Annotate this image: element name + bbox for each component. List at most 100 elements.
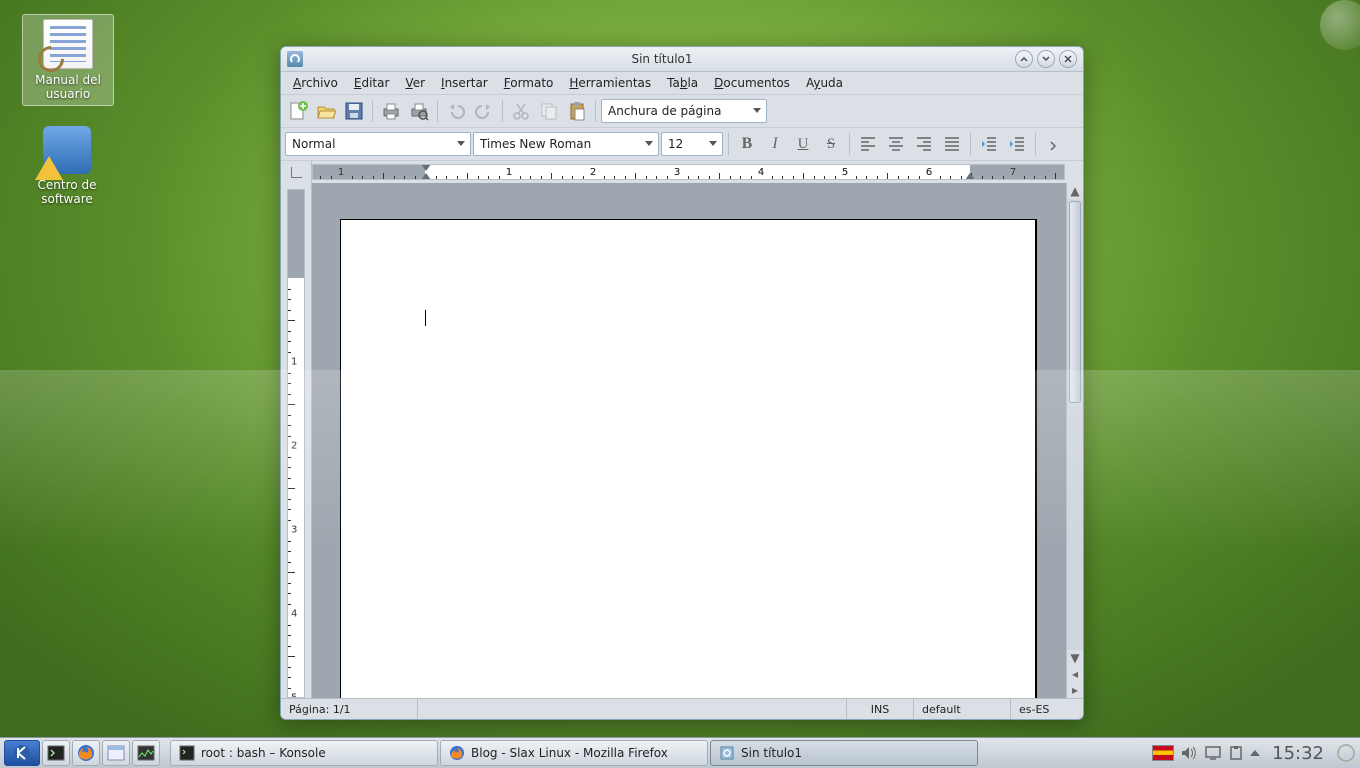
task-label: root : bash – Konsole xyxy=(201,746,326,760)
copy-button[interactable] xyxy=(536,98,562,124)
align-justify-button[interactable] xyxy=(939,131,965,157)
align-center-button[interactable] xyxy=(883,131,909,157)
document-area: 12345 ▲ ▼ ◂ ▸ xyxy=(281,183,1083,698)
scroll-up-button[interactable]: ▲ xyxy=(1067,183,1083,199)
separator xyxy=(372,100,373,122)
titlebar[interactable]: Sin título1 xyxy=(281,47,1083,72)
status-insert[interactable]: INS xyxy=(847,699,914,719)
format-toolbar: Normal Times New Roman 12 B I U S xyxy=(281,127,1083,160)
kickoff-button[interactable] xyxy=(4,740,40,766)
more-button[interactable] xyxy=(1041,131,1067,157)
clipboard-icon[interactable] xyxy=(1228,745,1244,761)
menu-archivo[interactable]: Archivo xyxy=(285,74,346,92)
indent-increase-button[interactable] xyxy=(1004,131,1030,157)
menu-tabla[interactable]: Tabla xyxy=(659,74,706,92)
display-icon[interactable] xyxy=(1204,745,1222,761)
minimize-button[interactable] xyxy=(1015,50,1033,68)
close-button[interactable] xyxy=(1059,50,1077,68)
menu-editar[interactable]: Editar xyxy=(346,74,398,92)
window-title: Sin título1 xyxy=(309,52,1015,66)
abiword-window: Sin título1 Archivo Editar Ver Insertar … xyxy=(280,46,1084,720)
open-button[interactable] xyxy=(313,98,339,124)
separator xyxy=(1035,133,1036,155)
task-konsole[interactable]: root : bash – Konsole xyxy=(170,740,438,766)
separator xyxy=(970,133,971,155)
separator xyxy=(595,100,596,122)
desktop-icon-manual[interactable]: Manual del usuario xyxy=(22,14,114,106)
status-style[interactable]: default xyxy=(914,699,1011,719)
font-size-combo[interactable]: 12 xyxy=(661,132,723,156)
ruler-indent-left[interactable] xyxy=(421,173,431,180)
prev-page-button[interactable]: ◂ xyxy=(1067,666,1083,682)
launcher-filemanager[interactable] xyxy=(102,740,130,766)
tray-expand-icon[interactable] xyxy=(1250,750,1260,756)
document-page[interactable] xyxy=(340,219,1037,698)
menu-insertar[interactable]: Insertar xyxy=(433,74,496,92)
launcher-monitor[interactable] xyxy=(132,740,160,766)
keyboard-layout-icon[interactable] xyxy=(1152,745,1174,761)
system-tray: 15:32 xyxy=(1152,743,1356,764)
print-preview-button[interactable] xyxy=(406,98,432,124)
app-icon xyxy=(287,51,303,67)
software-icon xyxy=(43,126,91,174)
status-spacer xyxy=(418,699,847,719)
desktop-orb xyxy=(1320,0,1360,50)
statusbar: Página: 1/1 INS default es-ES xyxy=(281,698,1083,719)
cut-button[interactable] xyxy=(508,98,534,124)
desktop-icon-label: Manual del usuario xyxy=(23,73,113,101)
ruler-indent-right[interactable] xyxy=(965,173,975,180)
paste-button[interactable] xyxy=(564,98,590,124)
text-cursor xyxy=(425,310,426,326)
print-button[interactable] xyxy=(378,98,404,124)
menu-ayuda[interactable]: Ayuda xyxy=(798,74,851,92)
status-page: Página: 1/1 xyxy=(281,699,418,719)
menu-formato[interactable]: Formato xyxy=(496,74,562,92)
ruler-vertical[interactable]: 12345 xyxy=(281,183,312,698)
page-viewport[interactable] xyxy=(312,183,1066,698)
align-left-button[interactable] xyxy=(855,131,881,157)
menu-herramientas[interactable]: Herramientas xyxy=(561,74,659,92)
task-label: Sin título1 xyxy=(741,746,802,760)
scroll-thumb[interactable] xyxy=(1069,201,1081,403)
clock[interactable]: 15:32 xyxy=(1272,743,1324,764)
launcher-terminal[interactable] xyxy=(42,740,70,766)
indent-decrease-button[interactable] xyxy=(976,131,1002,157)
font-combo[interactable]: Times New Roman xyxy=(473,132,659,156)
scrollbar-vertical[interactable]: ▲ ▼ ◂ ▸ xyxy=(1066,183,1083,698)
bold-button[interactable]: B xyxy=(734,131,760,157)
scroll-down-button[interactable]: ▼ xyxy=(1067,650,1083,666)
volume-icon[interactable] xyxy=(1180,745,1198,761)
style-value: Normal xyxy=(292,137,335,151)
desktop-icon-software-center[interactable]: Centro de software xyxy=(22,126,112,206)
task-firefox[interactable]: Blog - Slax Linux - Mozilla Firefox xyxy=(440,740,708,766)
document-icon xyxy=(43,19,93,69)
save-button[interactable] xyxy=(341,98,367,124)
launcher-firefox[interactable] xyxy=(72,740,100,766)
italic-button[interactable]: I xyxy=(762,131,788,157)
ruler-corner[interactable] xyxy=(281,161,312,183)
align-right-button[interactable] xyxy=(911,131,937,157)
undo-button[interactable] xyxy=(443,98,469,124)
ruler-horizontal[interactable]: 11234561234567 xyxy=(281,160,1083,183)
separator xyxy=(437,100,438,122)
logout-icon[interactable] xyxy=(1336,743,1356,763)
menu-documentos[interactable]: Documentos xyxy=(706,74,798,92)
separator xyxy=(502,100,503,122)
menubar: Archivo Editar Ver Insertar Formato Herr… xyxy=(281,72,1083,94)
desktop-icon-label: Centro de software xyxy=(22,178,112,206)
status-lang[interactable]: es-ES xyxy=(1011,699,1083,719)
redo-button[interactable] xyxy=(471,98,497,124)
style-combo[interactable]: Normal xyxy=(285,132,471,156)
maximize-button[interactable] xyxy=(1037,50,1055,68)
zoom-combo[interactable]: Anchura de página xyxy=(601,99,767,123)
underline-button[interactable]: U xyxy=(790,131,816,157)
font-size-value: 12 xyxy=(668,137,683,151)
new-button[interactable] xyxy=(285,98,311,124)
ruler-indent-first[interactable] xyxy=(421,164,431,171)
strike-button[interactable]: S xyxy=(818,131,844,157)
task-label: Blog - Slax Linux - Mozilla Firefox xyxy=(471,746,668,760)
next-page-button[interactable]: ▸ xyxy=(1067,682,1083,698)
menu-ver[interactable]: Ver xyxy=(397,74,433,92)
separator xyxy=(849,133,850,155)
task-abiword[interactable]: Sin título1 xyxy=(710,740,978,766)
